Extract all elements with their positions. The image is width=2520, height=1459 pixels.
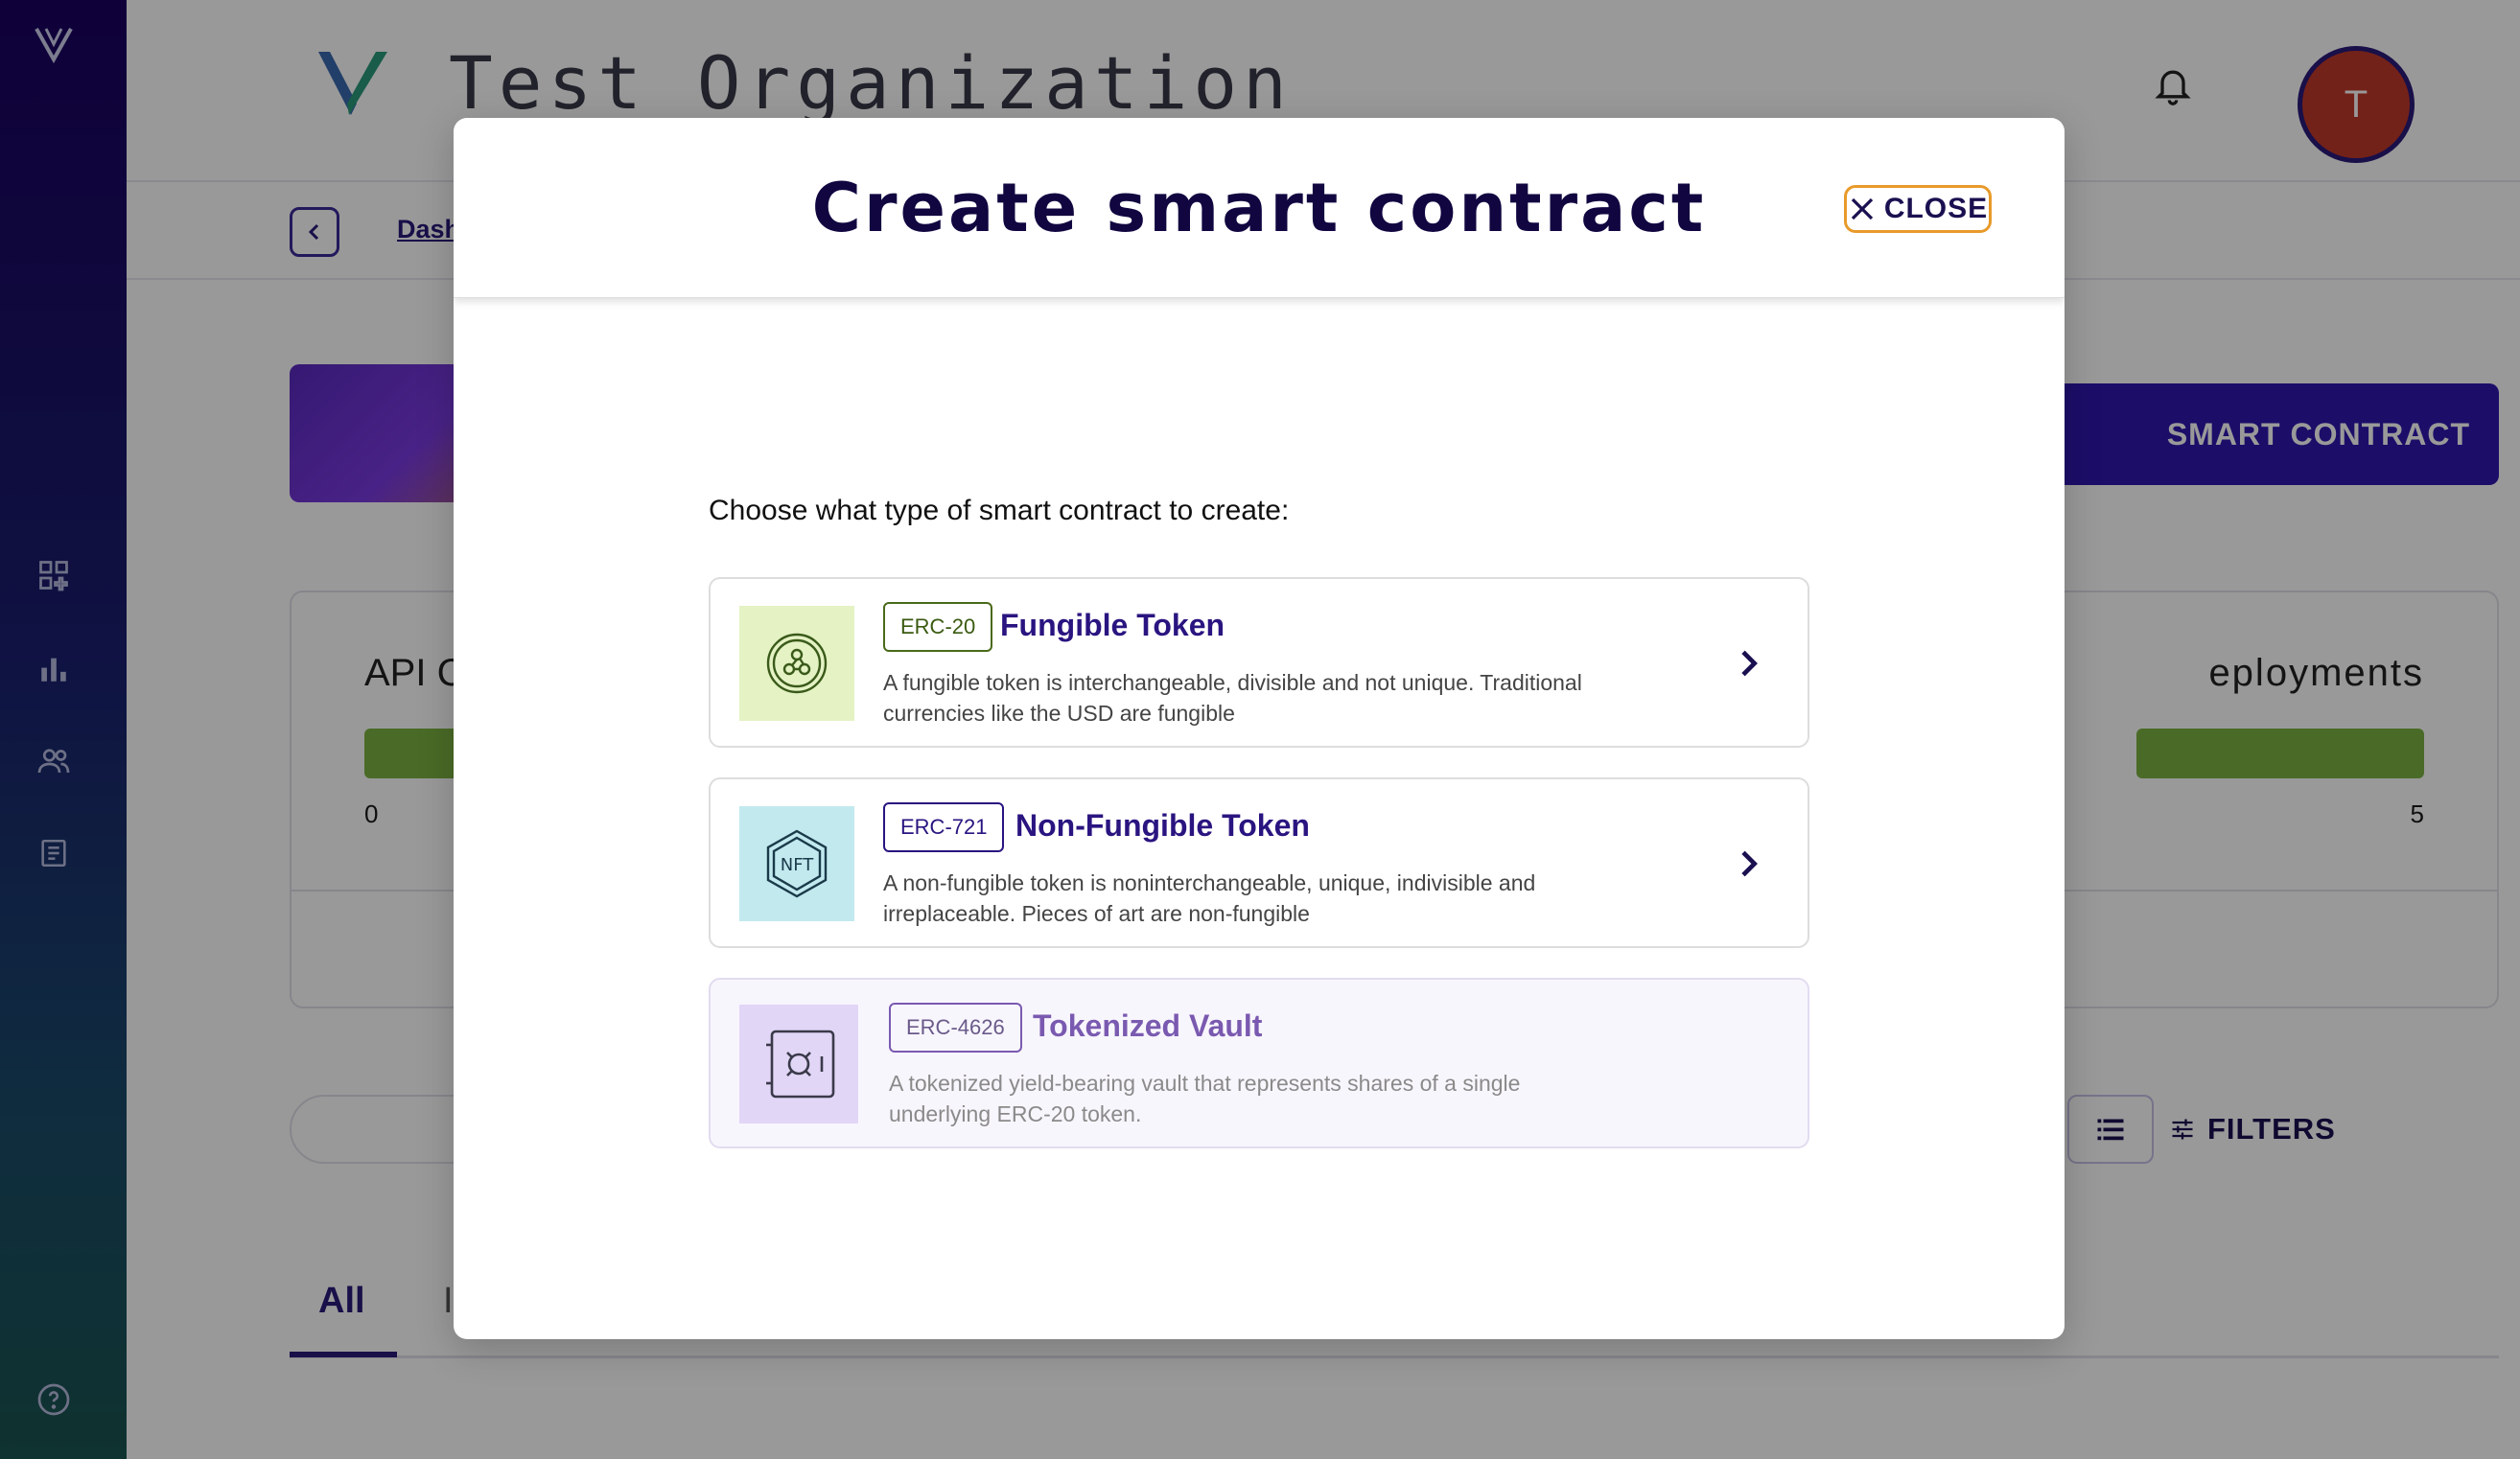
chevron-right-icon bbox=[1741, 650, 1758, 677]
erc-721-badge: ERC-721 bbox=[883, 802, 1005, 852]
dialog-prompt: Choose what type of smart contract to cr… bbox=[709, 495, 1290, 526]
chevron-right-icon bbox=[1741, 850, 1758, 877]
option-description: A fungible token is interchangeable, div… bbox=[883, 670, 1582, 726]
dialog-title: Create smart contract bbox=[811, 168, 1707, 247]
nft-icon-text: NFT bbox=[781, 855, 815, 875]
option-non-fungible-token[interactable]: NFT ERC-721 Non-Fungible Token A non-fun… bbox=[709, 777, 1809, 948]
erc-20-badge: ERC-20 bbox=[883, 602, 993, 652]
close-label: CLOSE bbox=[1883, 193, 1989, 224]
option-tokenized-vault: ERC-4626 Tokenized Vault A tokenized yie… bbox=[709, 978, 1809, 1148]
close-icon bbox=[1851, 197, 1873, 220]
option-description: A non-fungible token is noninterchangeab… bbox=[883, 870, 1536, 926]
nft-icon: NFT bbox=[739, 806, 854, 921]
option-fungible-token[interactable]: ERC-20 Fungible Token A fungible token i… bbox=[709, 577, 1809, 748]
option-title: Non-Fungible Token bbox=[1015, 808, 1310, 843]
option-title: Fungible Token bbox=[1000, 608, 1225, 642]
option-title: Tokenized Vault bbox=[1033, 1008, 1263, 1043]
option-description: A tokenized yield-bearing vault that rep… bbox=[889, 1071, 1521, 1126]
fungible-token-icon bbox=[739, 606, 854, 721]
close-button[interactable]: CLOSE bbox=[1844, 185, 1992, 233]
dialog-header: Create smart contract CLOSE bbox=[454, 118, 2065, 298]
create-smart-contract-dialog: Create smart contract CLOSE Choose what … bbox=[454, 118, 2065, 1339]
erc-4626-badge: ERC-4626 bbox=[889, 1003, 1022, 1053]
vault-icon bbox=[739, 1005, 858, 1123]
